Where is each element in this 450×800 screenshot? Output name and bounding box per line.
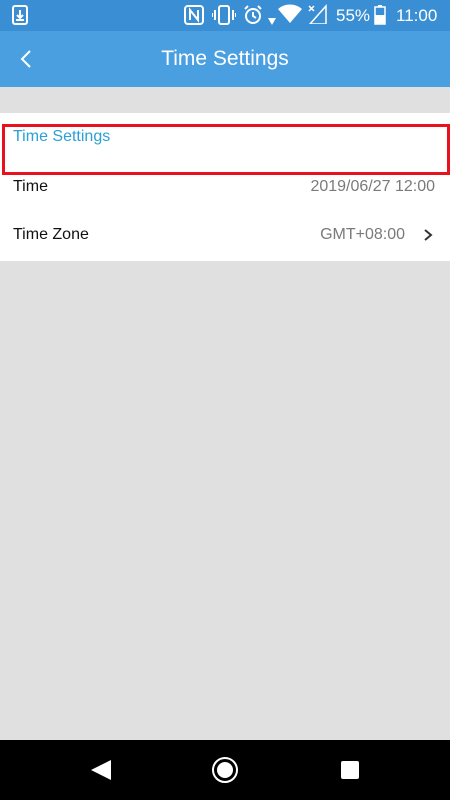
navigation-bar (0, 740, 450, 800)
vibrate-icon (211, 5, 237, 30)
time-zone-label: Time Zone (13, 226, 89, 243)
home-circle-icon (210, 755, 240, 790)
content-area: Time Settings Time 2019/06/27 12:00 Time… (0, 87, 450, 740)
time-label: Time (13, 178, 48, 195)
app-bar: Time Settings (0, 31, 450, 87)
time-row[interactable]: Time 2019/06/27 12:00 (0, 163, 450, 211)
page-title: Time Settings (161, 47, 289, 70)
time-zone-row[interactable]: Time Zone GMT+08:00 (0, 211, 450, 259)
clock: 11:00 (396, 6, 438, 25)
settings-card: Time Settings Time 2019/06/27 12:00 Time… (0, 113, 450, 261)
recents-square-icon (340, 760, 360, 785)
cellular-signal-icon (308, 4, 328, 29)
nav-recents-button[interactable] (335, 755, 365, 785)
screenshot-notification-icon (12, 5, 28, 30)
chevron-right-icon (421, 228, 435, 242)
time-value: 2019/06/27 12:00 (310, 178, 435, 195)
wifi-icon (278, 4, 302, 29)
nav-back-button[interactable] (86, 755, 116, 785)
alarm-icon (243, 5, 263, 30)
time-zone-value: GMT+08:00 (320, 226, 405, 243)
battery-icon (374, 5, 386, 30)
nfc-icon (184, 5, 204, 30)
data-arrow-icon (268, 13, 276, 31)
nav-home-button[interactable] (210, 755, 240, 785)
status-bar: 55% 11:00 (0, 0, 450, 31)
battery-percent: 55% (336, 6, 371, 25)
back-triangle-icon (89, 758, 113, 787)
section-header: Time Settings (13, 128, 111, 145)
